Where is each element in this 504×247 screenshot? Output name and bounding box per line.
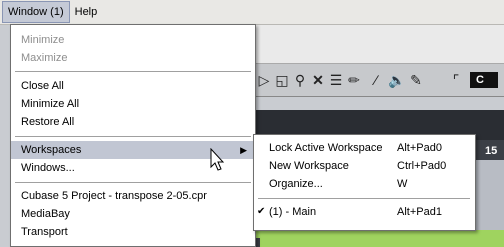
mouse-pointer-icon xyxy=(210,148,225,171)
erase-icon[interactable]: ✕ xyxy=(310,72,326,88)
shortcut-label: W xyxy=(397,178,408,190)
project-window-header xyxy=(250,25,504,64)
workspaces-submenu: Lock Active Workspace Alt+Pad0 New Works… xyxy=(253,134,476,231)
track-event xyxy=(250,230,504,247)
menu-separator xyxy=(15,71,251,72)
submenu-item-main-workspace[interactable]: ✔ (1) - Main Alt+Pad1 xyxy=(254,203,475,221)
shortcut-label: Alt+Pad0 xyxy=(397,142,442,154)
ruler-bar-number: 15 xyxy=(485,145,498,157)
menu-separator xyxy=(15,136,251,137)
zoom-icon[interactable]: ⚲ xyxy=(292,72,308,88)
menu-item-project[interactable]: Cubase 5 Project - transpose 2-05.cpr xyxy=(11,187,255,205)
range-select-icon[interactable]: ◱ xyxy=(274,72,290,88)
menu-bar: Window (1) Help xyxy=(0,0,504,25)
shortcut-label: Ctrl+Pad0 xyxy=(397,160,447,172)
speaker-icon[interactable]: 🔈 xyxy=(388,72,405,88)
menu-item-transport[interactable]: Transport xyxy=(11,223,255,241)
submenu-item-lock-workspace[interactable]: Lock Active Workspace Alt+Pad0 xyxy=(254,139,475,157)
project-toolbar: ▷ ◱ ⚲ ✕ ☰ ✏ ∕ 🔈 ✎ ⌜ xyxy=(250,64,504,97)
toolbar-c-button[interactable]: C xyxy=(470,72,498,88)
menu-separator xyxy=(258,198,470,199)
submenu-item-label: (1) - Main xyxy=(269,206,317,218)
shortcut-label: Alt+Pad1 xyxy=(397,206,442,218)
snap-icon[interactable]: ⌜ xyxy=(448,72,464,88)
submenu-item-label: New Workspace xyxy=(269,160,349,172)
color-icon[interactable]: ✎ xyxy=(408,72,424,88)
draw-icon[interactable]: ∕ xyxy=(368,72,384,88)
submenu-item-organize[interactable]: Organize... W xyxy=(254,175,475,193)
menu-help[interactable]: Help xyxy=(70,1,103,23)
submenu-item-label: Organize... xyxy=(269,178,323,190)
menu-item-close-all[interactable]: Close All xyxy=(11,77,255,95)
menu-item-restore-all[interactable]: Restore All xyxy=(11,113,255,131)
menu-window[interactable]: Window (1) xyxy=(2,1,70,23)
menu-item-minimize-all[interactable]: Minimize All xyxy=(11,95,255,113)
menu-item-mediabay[interactable]: MediaBay xyxy=(11,205,255,223)
glue-icon[interactable]: ✏ xyxy=(346,72,362,88)
menu-item-maximize[interactable]: Maximize xyxy=(11,49,255,67)
submenu-item-new-workspace[interactable]: New Workspace Ctrl+Pad0 xyxy=(254,157,475,175)
submenu-item-label: Lock Active Workspace xyxy=(269,142,383,154)
menu-item-minimize[interactable]: Minimize xyxy=(11,31,255,49)
window-menu: Minimize Maximize Close All Minimize All… xyxy=(10,24,256,247)
menu-separator xyxy=(15,182,251,183)
menu-item-label: Workspaces xyxy=(21,144,82,156)
submenu-arrow-icon: ▶ xyxy=(240,145,247,155)
split-icon[interactable]: ☰ xyxy=(328,72,344,88)
checkmark-icon: ✔ xyxy=(257,206,266,217)
object-select-icon[interactable]: ▷ xyxy=(256,72,272,88)
